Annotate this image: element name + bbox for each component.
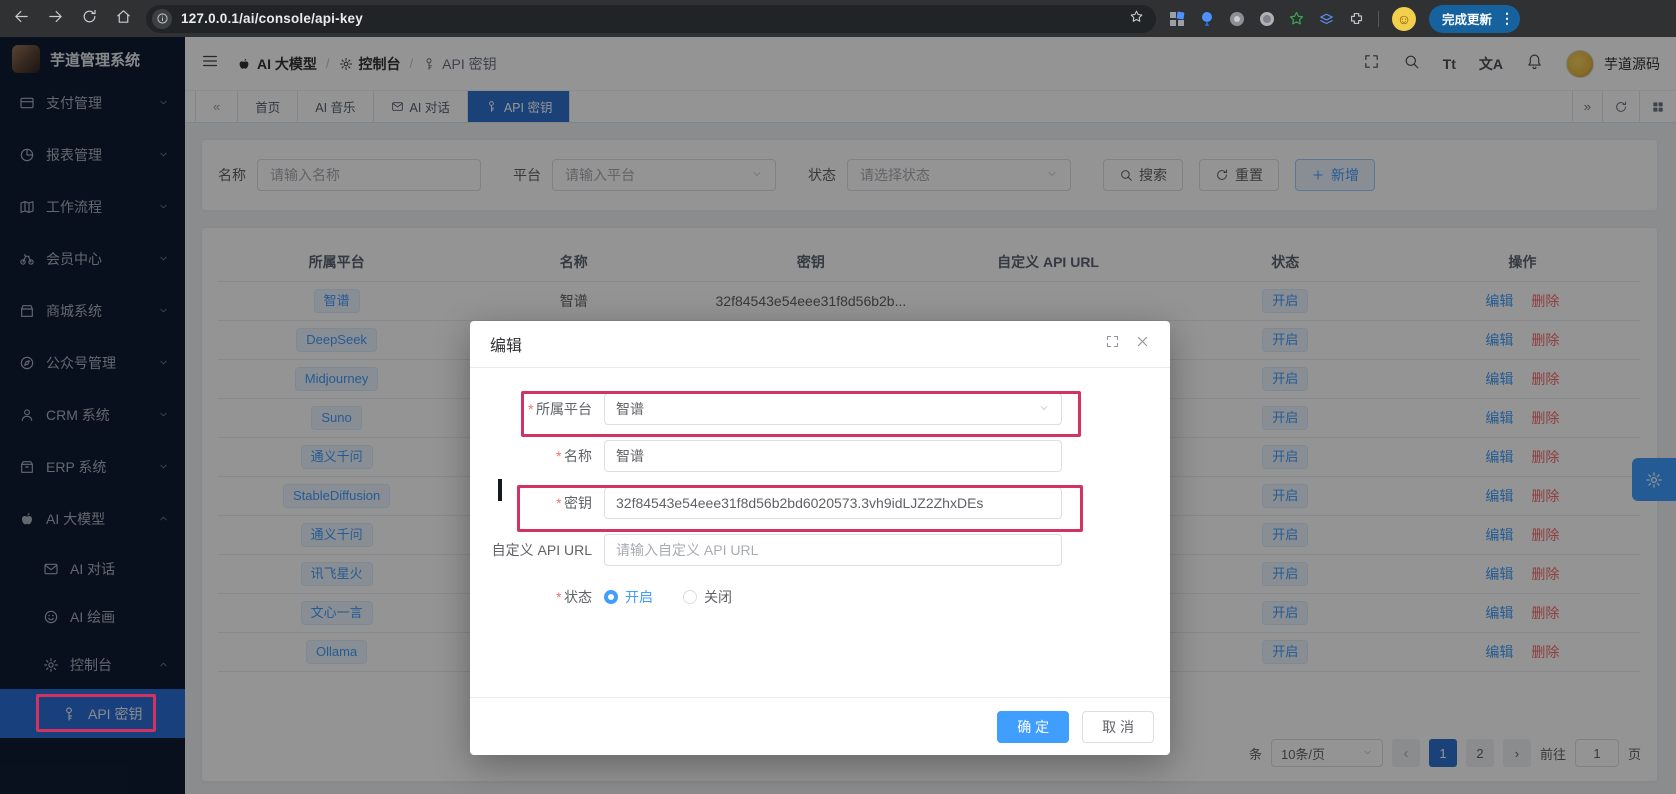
browser-menu-icon[interactable]: ⋮ <box>1500 10 1514 27</box>
annotation-box-sidebar <box>36 694 156 732</box>
browser-reload-icon[interactable] <box>78 8 100 30</box>
browser-home-icon[interactable] <box>112 8 134 30</box>
extension-star-icon[interactable] <box>1288 10 1305 27</box>
chrome-update-button[interactable]: 完成更新 ⋮ <box>1429 5 1520 33</box>
name-input[interactable] <box>616 448 1050 464</box>
status-radio-off[interactable]: 关闭 <box>683 587 732 607</box>
extensions-row: ☺ 完成更新 ⋮ <box>1168 5 1520 33</box>
url-input[interactable] <box>616 542 1050 558</box>
url-text[interactable]: 127.0.0.1/ai/console/api-key <box>181 11 363 26</box>
bookmark-star-icon[interactable] <box>1129 9 1144 29</box>
url-input-wrap <box>604 534 1062 566</box>
name-field-label: 名称 <box>564 448 592 464</box>
extension-balloon-icon[interactable] <box>1198 10 1215 27</box>
confirm-button[interactable]: 确 定 <box>997 711 1069 743</box>
dialog-header: 编辑 <box>470 321 1170 367</box>
annotation-box-key <box>517 485 1083 532</box>
radio-unselected-icon <box>683 590 697 604</box>
update-label: 完成更新 <box>1442 9 1492 28</box>
radio-selected-icon <box>604 590 618 604</box>
edit-dialog: 编辑 *所属平台 智谱 *名称 *密钥 <box>470 321 1170 755</box>
cancel-button[interactable]: 取 消 <box>1082 711 1154 743</box>
extension-layers-icon[interactable] <box>1318 10 1335 27</box>
dialog-close-icon[interactable] <box>1135 334 1150 354</box>
url-field-label: 自定义 API URL <box>492 542 592 558</box>
address-bar[interactable]: 127.0.0.1/ai/console/api-key <box>146 5 1156 33</box>
site-info-icon[interactable] <box>152 9 172 29</box>
browser-profile-avatar[interactable]: ☺ <box>1392 7 1416 31</box>
required-asterisk: * <box>556 589 561 605</box>
form-row-status: *状态 开启 关闭 <box>470 581 1170 613</box>
status-field-label: 状态 <box>564 589 592 605</box>
browser-forward-icon[interactable] <box>44 8 66 30</box>
extension-dot-icon[interactable] <box>1258 10 1275 27</box>
dialog-footer: 确 定 取 消 <box>470 697 1170 755</box>
dialog-fullscreen-icon[interactable] <box>1105 334 1120 354</box>
toolbar-divider <box>1378 11 1379 27</box>
text-caret-artifact <box>498 479 502 501</box>
browser-back-icon[interactable] <box>10 8 32 30</box>
name-input-wrap <box>604 440 1062 472</box>
form-row-name: *名称 <box>470 440 1170 472</box>
form-row-url: 自定义 API URL <box>470 534 1170 566</box>
dialog-title: 编辑 <box>490 332 522 356</box>
browser-toolbar: 127.0.0.1/ai/console/api-key ☺ 完成更新 ⋮ <box>0 0 1676 37</box>
extension-grid-icon[interactable] <box>1168 10 1185 27</box>
annotation-box-platform <box>521 391 1081 437</box>
extension-circle-icon[interactable] <box>1228 10 1245 27</box>
status-radio-on[interactable]: 开启 <box>604 587 653 607</box>
extensions-puzzle-icon[interactable] <box>1348 10 1365 27</box>
required-asterisk: * <box>556 448 561 464</box>
